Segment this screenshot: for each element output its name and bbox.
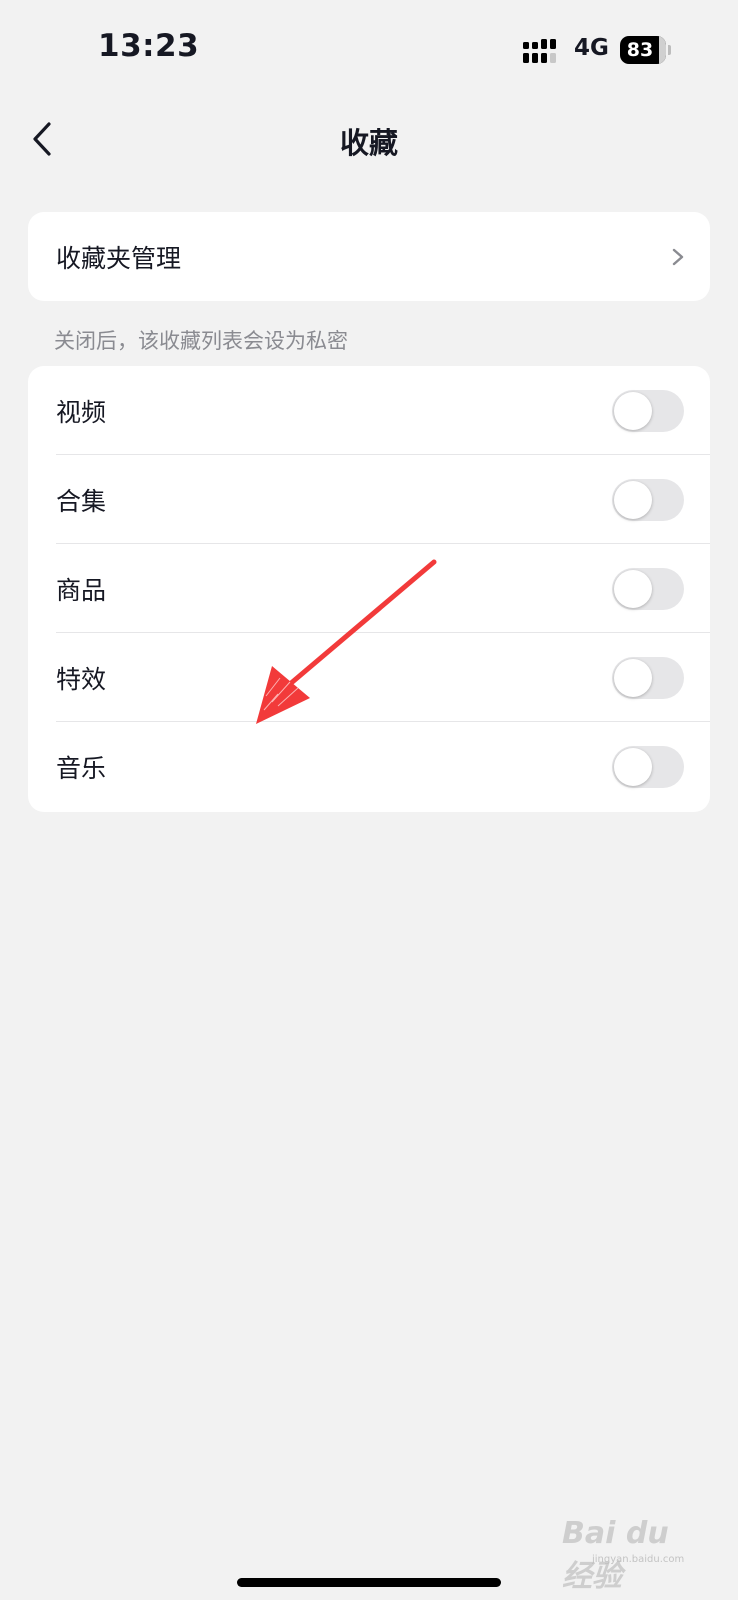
list-item-label: 商品 [56, 576, 107, 605]
list-item-label: 视频 [56, 398, 107, 427]
favorites-visibility-list: 视频 合集 商品 特效 音乐 [28, 366, 710, 812]
video-toggle[interactable] [612, 390, 684, 432]
list-item-video: 视频 [28, 366, 710, 455]
page-title: 收藏 [339, 126, 398, 160]
list-item-label: 音乐 [56, 754, 107, 783]
list-item-music: 音乐 [28, 722, 710, 811]
privacy-hint: 关闭后，该收藏列表会设为私密 [54, 329, 348, 353]
status-time: 13:23 [98, 28, 200, 64]
list-item-label: 合集 [56, 487, 107, 516]
effects-toggle[interactable] [612, 657, 684, 699]
list-item-effects: 特效 [28, 633, 710, 722]
home-indicator[interactable] [237, 1578, 501, 1587]
toggle-knob [614, 748, 652, 786]
manage-label: 收藏夹管理 [56, 244, 182, 273]
toggle-knob [614, 570, 652, 608]
battery-icon: 83 [620, 36, 672, 64]
list-item-products: 商品 [28, 544, 710, 633]
list-item-collection: 合集 [28, 455, 710, 544]
battery-level: 83 [626, 39, 654, 61]
list-item-label: 特效 [56, 665, 107, 694]
chevron-right-icon [672, 248, 684, 266]
toggle-knob [614, 659, 652, 697]
products-toggle[interactable] [612, 568, 684, 610]
music-toggle[interactable] [612, 746, 684, 788]
toggle-knob [614, 481, 652, 519]
collection-toggle[interactable] [612, 479, 684, 521]
watermark-text: Bai du 经验 [562, 1516, 669, 1594]
navigation-bar: 收藏 [0, 100, 738, 180]
toggle-knob [614, 392, 652, 430]
cellular-signal-icon [523, 39, 556, 63]
network-type: 4G [574, 35, 609, 61]
status-bar: 13:23 4G 83 [0, 0, 738, 100]
watermark-sub: jingyan.baidu.com [592, 1554, 685, 1565]
favorites-folder-manage-row[interactable]: 收藏夹管理 [28, 212, 710, 301]
baidu-watermark: Bai du 经验 jingyan.baidu.com [562, 1516, 702, 1594]
